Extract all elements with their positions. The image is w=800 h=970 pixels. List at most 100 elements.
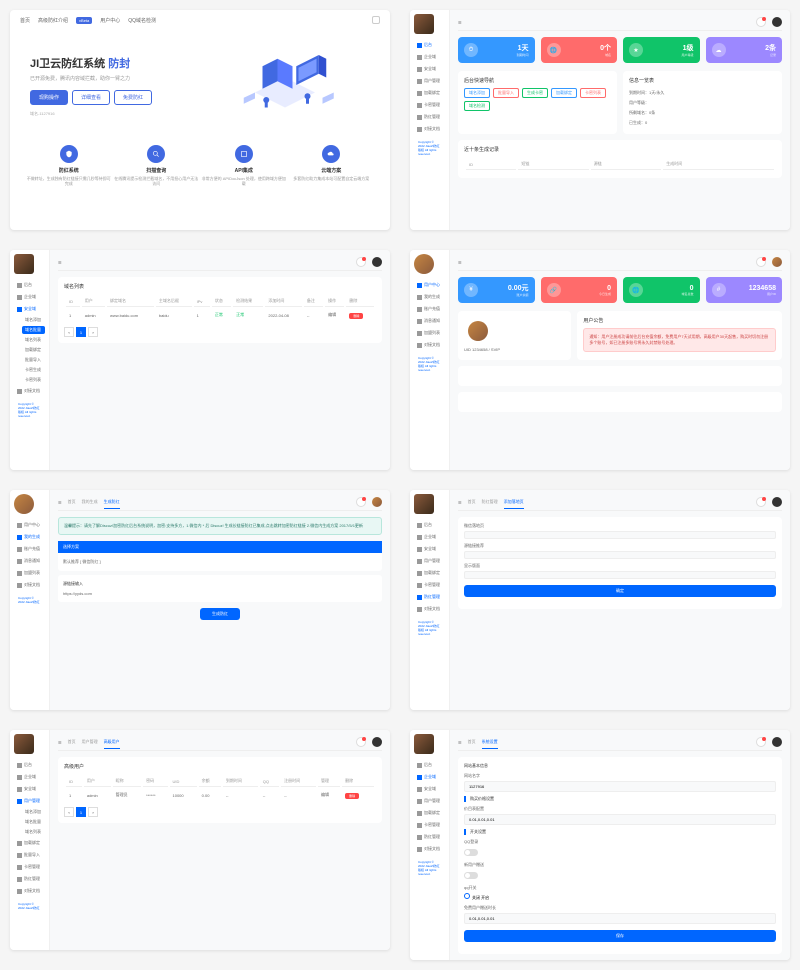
nav-item[interactable]: 卡密管理: [414, 580, 445, 590]
delete-button[interactable]: 删除: [349, 313, 363, 319]
bell-icon[interactable]: [356, 257, 366, 267]
bell-icon[interactable]: [756, 257, 766, 267]
text-input[interactable]: [464, 571, 776, 579]
nav-item[interactable]: 用户管理: [414, 556, 445, 566]
page-number[interactable]: 1: [76, 807, 86, 817]
primary-cta-button[interactable]: 现购操作: [30, 90, 68, 105]
nav-link[interactable]: QQ域名检测: [128, 17, 156, 24]
nav-item[interactable]: 企业域: [14, 292, 45, 302]
page-prev[interactable]: ‹: [64, 327, 74, 337]
submenu-item[interactable]: 卡密列表: [22, 376, 45, 384]
tag-link[interactable]: 加载绑定: [551, 88, 577, 98]
nav-item[interactable]: 安全域: [414, 544, 445, 554]
generate-button[interactable]: 生成防红: [200, 608, 240, 620]
avatar[interactable]: [414, 14, 434, 34]
bell-icon[interactable]: [756, 497, 766, 507]
toggle-switch[interactable]: [464, 849, 478, 856]
hamburger-icon[interactable]: ☰: [458, 260, 462, 265]
nav-item[interactable]: 用户管理: [414, 796, 445, 806]
page-next[interactable]: ›: [88, 807, 98, 817]
nav-item[interactable]: 对接文档: [414, 340, 445, 350]
hamburger-icon[interactable]: ☰: [58, 500, 62, 505]
nav-item[interactable]: 后台: [14, 760, 45, 770]
avatar-small[interactable]: [772, 497, 782, 507]
nav-item[interactable]: 消息通知: [414, 316, 445, 326]
hamburger-icon[interactable]: ☰: [58, 260, 62, 265]
nav-item[interactable]: 后台: [14, 280, 45, 290]
save-button[interactable]: 保存: [464, 930, 776, 942]
nav-item[interactable]: 防红管理: [414, 832, 445, 842]
nav-link[interactable]: 高级防红介绍: [38, 17, 68, 24]
bell-icon[interactable]: [356, 497, 366, 507]
avatar-small[interactable]: [372, 257, 382, 267]
tag-link[interactable]: 卡密列表: [580, 88, 606, 98]
nav-item[interactable]: 安全域: [14, 784, 45, 794]
tag-link[interactable]: 生成卡密: [522, 88, 548, 98]
outline-button[interactable]: 免费防红: [114, 90, 152, 105]
toggle-switch[interactable]: [464, 872, 478, 879]
avatar[interactable]: [14, 254, 34, 274]
nav-item[interactable]: 卡密管理: [14, 862, 45, 872]
text-input[interactable]: [464, 551, 776, 559]
text-input[interactable]: 0.01,0.01,0.01: [464, 913, 776, 924]
nav-item[interactable]: 账户充值: [414, 304, 445, 314]
avatar[interactable]: [414, 734, 434, 754]
delete-button[interactable]: 删除: [345, 793, 359, 799]
bell-icon[interactable]: [756, 737, 766, 747]
hamburger-icon[interactable]: ☰: [58, 740, 62, 745]
avatar[interactable]: [414, 494, 434, 514]
nav-item[interactable]: 企业域: [414, 772, 445, 782]
tag-link[interactable]: 批量导入: [493, 88, 519, 98]
avatar[interactable]: [414, 254, 434, 274]
tag-link[interactable]: 域名检测: [464, 101, 490, 111]
nav-item[interactable]: 加载绑定: [14, 838, 45, 848]
nav-item[interactable]: 企业域: [14, 772, 45, 782]
submenu-item[interactable]: 卡密生成: [22, 366, 45, 374]
submenu-item[interactable]: 域名添加: [22, 316, 45, 324]
nav-item[interactable]: 安全域: [14, 304, 45, 314]
nav-item[interactable]: 用户管理: [414, 76, 445, 86]
nav-item[interactable]: 后台: [414, 760, 445, 770]
submenu-item[interactable]: 加载绑定: [22, 346, 45, 354]
tag-link[interactable]: 域名添加: [464, 88, 490, 98]
nav-item[interactable]: 对接文档: [414, 604, 445, 614]
nav-item[interactable]: 对接文档: [414, 124, 445, 134]
radio-button[interactable]: [464, 893, 470, 899]
nav-item[interactable]: 加载绑定: [414, 808, 445, 818]
submenu-item[interactable]: 域名批量: [22, 818, 45, 826]
nav-item[interactable]: 对接文档: [14, 386, 45, 396]
avatar-small[interactable]: [372, 737, 382, 747]
page-next[interactable]: ›: [88, 327, 98, 337]
submit-button[interactable]: 确定: [464, 585, 776, 597]
nav-item[interactable]: 对接文档: [14, 580, 45, 590]
nav-item[interactable]: 防红管理: [414, 592, 445, 602]
nav-item[interactable]: 用户中心: [414, 280, 445, 290]
avatar-small[interactable]: [372, 497, 382, 507]
page-number[interactable]: 1: [76, 327, 86, 337]
avatar[interactable]: [14, 494, 34, 514]
nav-item[interactable]: 对接文档: [14, 886, 45, 896]
nav-item[interactable]: 加载绑定: [414, 568, 445, 578]
nav-item[interactable]: 防红管理: [414, 112, 445, 122]
bell-icon[interactable]: [356, 737, 366, 747]
nav-item[interactable]: 后台: [414, 520, 445, 530]
nav-item[interactable]: 加载绑定: [414, 88, 445, 98]
nav-item[interactable]: 企业域: [414, 52, 445, 62]
nav-item[interactable]: 对接文档: [414, 844, 445, 854]
avatar-small[interactable]: [772, 257, 782, 267]
text-input[interactable]: 1127916: [464, 781, 776, 792]
nav-link[interactable]: 首页: [20, 17, 30, 24]
nav-item[interactable]: 企业域: [414, 532, 445, 542]
bell-icon[interactable]: [756, 17, 766, 27]
text-input[interactable]: [464, 531, 776, 539]
nav-item[interactable]: 加盟列表: [14, 568, 45, 578]
hamburger-icon[interactable]: ☰: [458, 20, 462, 25]
nav-item[interactable]: 批量导入: [14, 850, 45, 860]
outline-button[interactable]: 详细查看: [72, 90, 110, 105]
user-icon[interactable]: [372, 16, 380, 24]
nav-item[interactable]: 我的生成: [14, 532, 45, 542]
nav-item[interactable]: 用户中心: [14, 520, 45, 530]
nav-item[interactable]: 加盟列表: [414, 328, 445, 338]
submenu-item[interactable]: 域名列表: [22, 828, 45, 836]
nav-item[interactable]: 卡密管理: [414, 820, 445, 830]
